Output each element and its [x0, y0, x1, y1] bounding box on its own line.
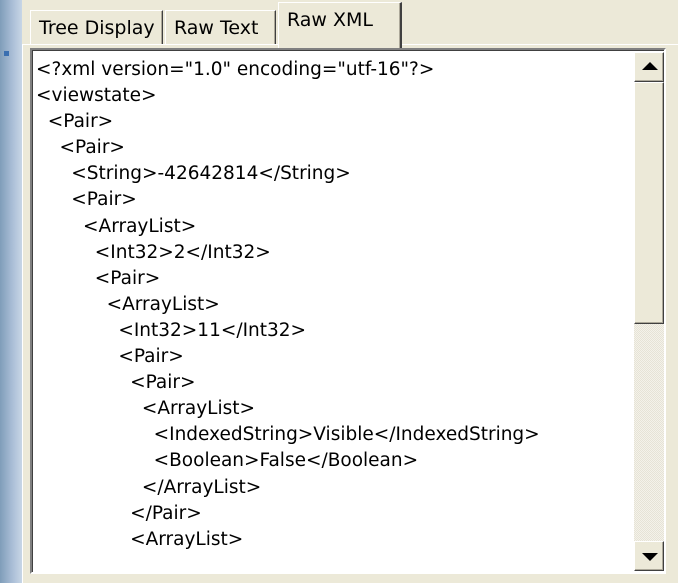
tab-raw-xml[interactable]: Raw XML	[278, 2, 402, 48]
xml-line: <viewstate>	[36, 85, 157, 107]
xml-line: <?xml version="1.0" encoding="utf-16"?>	[36, 59, 435, 80]
tab-tree-display[interactable]: Tree Display	[30, 10, 163, 46]
xml-line: <Boolean>False</Boolean>	[36, 450, 419, 472]
scroll-down-button[interactable]	[634, 541, 664, 571]
scrollbar-thumb[interactable]	[634, 82, 664, 324]
xml-line: <ArrayList>	[36, 293, 220, 315]
vertical-scrollbar[interactable]	[634, 52, 664, 571]
xml-line: <ArrayList>	[36, 528, 244, 550]
tab-strip: Tree Display Raw Text Raw XML	[30, 0, 678, 48]
xml-line: </Pair>	[36, 502, 202, 524]
xml-line: <Pair>	[36, 189, 137, 211]
xml-line: <Pair>	[36, 137, 125, 159]
xml-line: <IndexedString>Visible</IndexedString>	[36, 424, 540, 446]
xml-content[interactable]: <?xml version="1.0" encoding="utf-16"?> <…	[36, 57, 631, 553]
xml-line: <String>-42642814</String>	[36, 163, 351, 185]
xml-line: <Int32>11</Int32>	[36, 319, 307, 341]
side-strip	[0, 0, 22, 583]
bullet-marker	[4, 51, 9, 56]
arrow-up-icon	[642, 62, 658, 70]
xml-line: <Pair>	[36, 372, 196, 394]
xml-line: <ArrayList>	[36, 398, 256, 420]
xml-line: <Pair>	[36, 346, 184, 368]
xml-line: <Pair>	[36, 111, 114, 133]
xml-line: <Pair>	[36, 267, 161, 289]
xml-line: <ArrayList>	[36, 215, 197, 237]
xml-line: </ArrayList>	[36, 476, 262, 498]
scroll-up-button[interactable]	[634, 52, 664, 82]
tab-raw-text[interactable]: Raw Text	[165, 10, 276, 46]
arrow-down-icon	[642, 553, 658, 561]
xml-line: <Int32>2</Int32>	[36, 241, 271, 263]
